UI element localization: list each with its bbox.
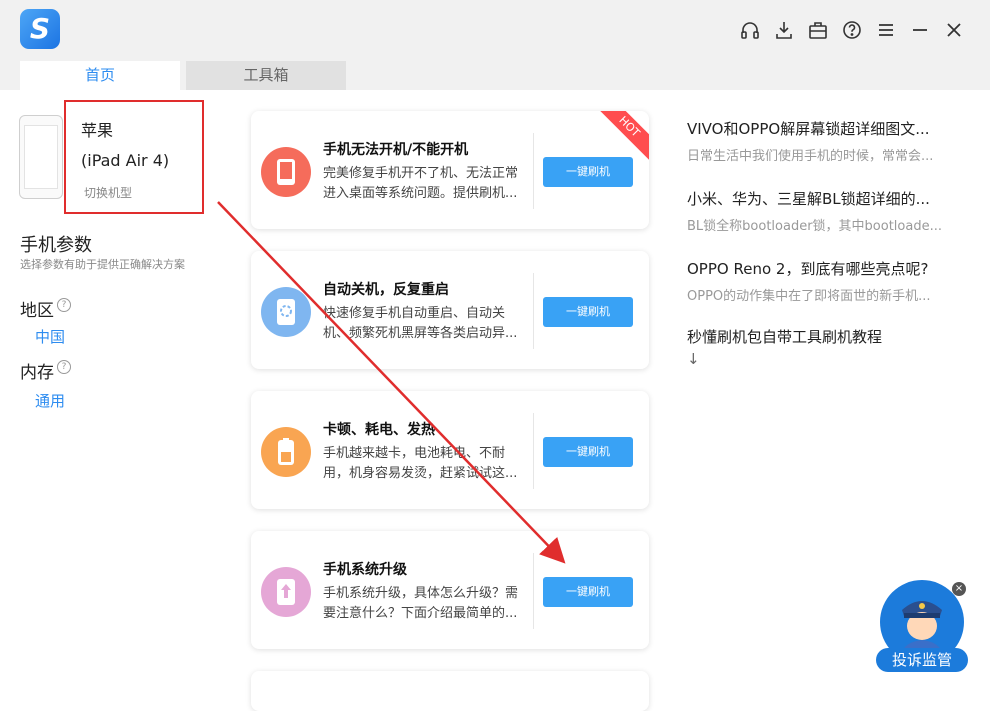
article-title[interactable]: VIVO和OPPO解屏幕锁超详细图文... bbox=[687, 118, 933, 139]
menu-icon[interactable] bbox=[874, 18, 898, 42]
toolbar-icons bbox=[738, 18, 966, 42]
card-desc: 手机越来越卡，电池耗电、不耐用，机身容易发烫，赶紧试试这... bbox=[323, 446, 518, 481]
device-brand: 苹果 bbox=[81, 121, 114, 140]
help-icon[interactable] bbox=[840, 18, 864, 42]
params-subtitle: 选择参数有助于提供正确解决方案 bbox=[20, 258, 185, 271]
region-value[interactable]: 中国 bbox=[35, 326, 65, 347]
close-complaint-icon[interactable]: × bbox=[952, 582, 966, 596]
tab-toolbox[interactable]: 工具箱 bbox=[186, 61, 346, 90]
card-desc: 快速修复手机自动重启、自动关机、频繁死机黑屏等各类启动异... bbox=[323, 306, 518, 341]
flash-button[interactable]: 一键刷机 bbox=[543, 157, 633, 187]
restart-icon bbox=[261, 287, 311, 337]
card-title: 手机系统升级 bbox=[323, 562, 407, 578]
memory-label: 内存? bbox=[20, 358, 71, 383]
phone-icon bbox=[261, 147, 311, 197]
toolbox-icon[interactable] bbox=[806, 18, 830, 42]
card-title: 手机无法开机/不能开机 bbox=[323, 142, 469, 158]
card-lag-battery: 卡顿、耗电、发热 手机越来越卡，电池耗电、不耐用，机身容易发烫，赶紧试试这...… bbox=[251, 391, 649, 509]
flash-button[interactable]: 一键刷机 bbox=[543, 577, 633, 607]
params-title: 手机参数 bbox=[20, 235, 92, 256]
article-item[interactable]: OPPO Reno 2，到底有哪些亮点呢? OPPO的动作集中在了即将面世的新手… bbox=[687, 258, 931, 304]
article-title[interactable]: OPPO Reno 2，到底有哪些亮点呢? bbox=[687, 258, 931, 279]
card-system-upgrade: 手机系统升级 手机系统升级，具体怎么升级？需要注意什么？下面介绍最简单的... … bbox=[251, 531, 649, 649]
article-title[interactable]: 秒懂刷机包自带工具刷机教程 bbox=[687, 326, 882, 347]
upgrade-icon bbox=[261, 567, 311, 617]
close-icon[interactable] bbox=[942, 18, 966, 42]
app-logo: S bbox=[20, 9, 60, 49]
article-subtitle: 日常生活中我们使用手机的时候，常常会... bbox=[687, 149, 934, 164]
article-subtitle: BL锁全称bootloader锁，其中bootloade... bbox=[687, 219, 942, 234]
article-subtitle: OPPO的动作集中在了即将面世的新手机... bbox=[687, 289, 931, 304]
battery-icon bbox=[261, 427, 311, 477]
region-label: 地区? bbox=[20, 296, 71, 321]
card-title: 自动关机，反复重启 bbox=[323, 282, 449, 298]
article-item[interactable]: 小米、华为、三星解BL锁超详细的... BL锁全称bootloader锁，其中b… bbox=[687, 188, 942, 234]
download-icon[interactable] bbox=[772, 18, 796, 42]
more-arrow-icon[interactable]: ↓ bbox=[687, 350, 700, 368]
minimize-icon[interactable] bbox=[908, 18, 932, 42]
flash-button[interactable]: 一键刷机 bbox=[543, 297, 633, 327]
article-item[interactable]: VIVO和OPPO解屏幕锁超详细图文... 日常生活中我们使用手机的时候，常常会… bbox=[687, 118, 933, 164]
switch-model-link[interactable]: 切换机型 bbox=[84, 184, 132, 201]
title-bar: S 首页 工具箱 bbox=[0, 0, 990, 90]
tab-home[interactable]: 首页 bbox=[20, 61, 180, 90]
device-model: (iPad Air 4) bbox=[81, 151, 170, 170]
logo-letter: S bbox=[29, 12, 51, 45]
card-title: 卡顿、耗电、发热 bbox=[323, 422, 435, 438]
card-cannot-boot: HOT 手机无法开机/不能开机 完美修复手机开不了机、无法正常进入桌面等系统问题… bbox=[251, 111, 649, 229]
card-auto-shutdown: 自动关机，反复重启 快速修复手机自动重启、自动关机、频繁死机黑屏等各类启动异..… bbox=[251, 251, 649, 369]
headset-icon[interactable] bbox=[738, 18, 762, 42]
complaint-button[interactable]: 投诉监管 bbox=[876, 648, 968, 672]
article-title[interactable]: 小米、华为、三星解BL锁超详细的... bbox=[687, 188, 942, 209]
region-help-icon[interactable]: ? bbox=[57, 298, 71, 312]
flash-button[interactable]: 一键刷机 bbox=[543, 437, 633, 467]
memory-help-icon[interactable]: ? bbox=[57, 360, 71, 374]
article-item[interactable]: 秒懂刷机包自带工具刷机教程 bbox=[687, 326, 882, 347]
device-image bbox=[19, 115, 63, 199]
card-partial bbox=[251, 671, 649, 711]
card-desc: 完美修复手机开不了机、无法正常进入桌面等系统问题。提供刷机... bbox=[323, 166, 519, 201]
memory-value[interactable]: 通用 bbox=[35, 390, 65, 411]
complaint-widget[interactable]: 投诉监管 × bbox=[874, 578, 974, 676]
card-desc: 手机系统升级，具体怎么升级？需要注意什么？下面介绍最简单的... bbox=[323, 586, 519, 621]
